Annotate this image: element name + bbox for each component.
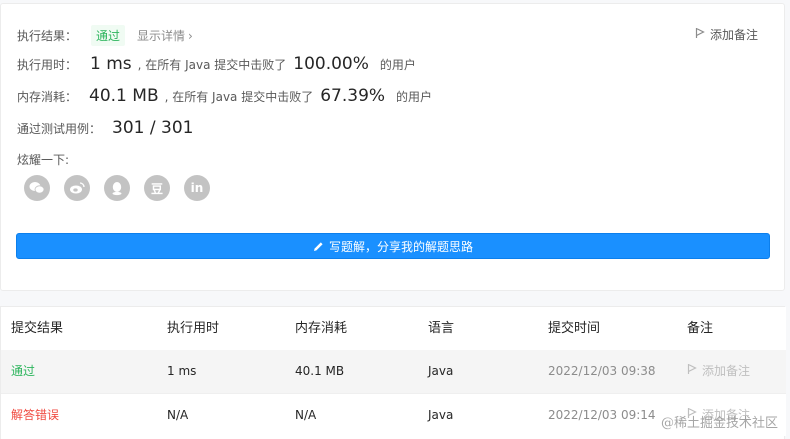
- tests-value: 301 / 301: [112, 118, 194, 138]
- flag-icon: [695, 27, 705, 42]
- result-label: 执行结果：: [17, 29, 78, 43]
- table-header: 提交结果 执行用时 内存消耗 语言 提交时间 备注: [1, 307, 786, 350]
- douban-icon-text: 豆: [150, 181, 163, 196]
- pen-icon: [313, 241, 324, 252]
- runtime-label: 执行用时：: [17, 58, 78, 72]
- write-solution-button[interactable]: 写题解，分享我的解题思路: [16, 233, 770, 259]
- runtime-percent: 100.00%: [293, 54, 369, 74]
- linkedin-icon-text: in: [190, 181, 204, 195]
- row-memory: 40.1 MB: [295, 364, 345, 378]
- tests-row: 通过测试用例： 301 / 301: [17, 118, 193, 138]
- row-runtime: N/A: [167, 408, 189, 422]
- row-time: 2022/12/03 09:38: [548, 364, 656, 378]
- runtime-value: 1 ms: [90, 54, 132, 74]
- qq-icon[interactable]: [104, 175, 130, 201]
- col-header-memory: 内存消耗: [295, 321, 348, 336]
- memory-value: 40.1 MB: [89, 86, 159, 106]
- share-row: 炫耀一下:: [17, 151, 69, 168]
- memory-label: 内存消耗：: [17, 90, 78, 104]
- linkedin-icon[interactable]: in: [184, 175, 210, 201]
- memory-percent: 67.39%: [320, 86, 386, 106]
- watermark: @稀土掘金技术社区: [660, 416, 778, 431]
- show-details-label: 显示详情: [137, 29, 186, 43]
- flag-icon: [687, 350, 697, 393]
- col-header-language: 语言: [428, 321, 455, 336]
- show-details-link[interactable]: 显示详情 ›: [137, 27, 193, 44]
- row-runtime: 1 ms: [167, 364, 197, 378]
- memory-row: 内存消耗： 40.1 MB , 在所有 Java 提交中击败了 67.39% 的…: [17, 86, 432, 106]
- runtime-row: 执行用时： 1 ms , 在所有 Java 提交中击败了 100.00% 的用户: [17, 54, 416, 74]
- row-memory: N/A: [295, 408, 317, 422]
- row-add-note-label: 添加备注: [702, 364, 751, 378]
- result-row: 执行结果： 通过 显示详情 ›: [17, 25, 193, 46]
- table-row[interactable]: 通过 1 ms 40.1 MB Java 2022/12/03 09:38 添加…: [1, 350, 786, 393]
- col-header-runtime: 执行用时: [167, 321, 220, 336]
- row-language: Java: [428, 408, 454, 422]
- runtime-suffix: 的用户: [379, 58, 416, 72]
- status-badge: 通过: [91, 25, 126, 46]
- share-label: 炫耀一下:: [17, 153, 70, 167]
- row-status-link[interactable]: 解答错误: [11, 394, 59, 437]
- douban-icon[interactable]: 豆: [144, 175, 170, 201]
- row-status-link[interactable]: 通过: [11, 350, 35, 393]
- memory-suffix: 的用户: [396, 90, 433, 104]
- add-note-button[interactable]: 添加备注: [695, 26, 758, 43]
- wechat-icon[interactable]: [24, 175, 50, 201]
- chevron-right-icon: ›: [188, 29, 193, 43]
- share-icons: 豆 in: [24, 175, 210, 201]
- weibo-icon[interactable]: [64, 175, 90, 201]
- col-header-status: 提交结果: [11, 321, 64, 336]
- row-language: Java: [428, 364, 454, 378]
- result-card: 执行结果： 通过 显示详情 › 添加备注 执行用时： 1 ms , 在所有 Jav…: [0, 3, 785, 291]
- col-header-note: 备注: [687, 321, 714, 336]
- col-header-time: 提交时间: [548, 321, 601, 336]
- add-note-label: 添加备注: [709, 28, 758, 42]
- runtime-beat-text: , 在所有 Java 提交中击败了: [137, 58, 287, 72]
- row-time: 2022/12/03 09:14: [548, 408, 656, 422]
- tests-label: 通过测试用例：: [17, 122, 102, 136]
- write-solution-label: 写题解，分享我的解题思路: [328, 239, 473, 254]
- row-add-note-button[interactable]: 添加备注: [687, 350, 750, 393]
- memory-beat-text: , 在所有 Java 提交中击败了: [164, 90, 314, 104]
